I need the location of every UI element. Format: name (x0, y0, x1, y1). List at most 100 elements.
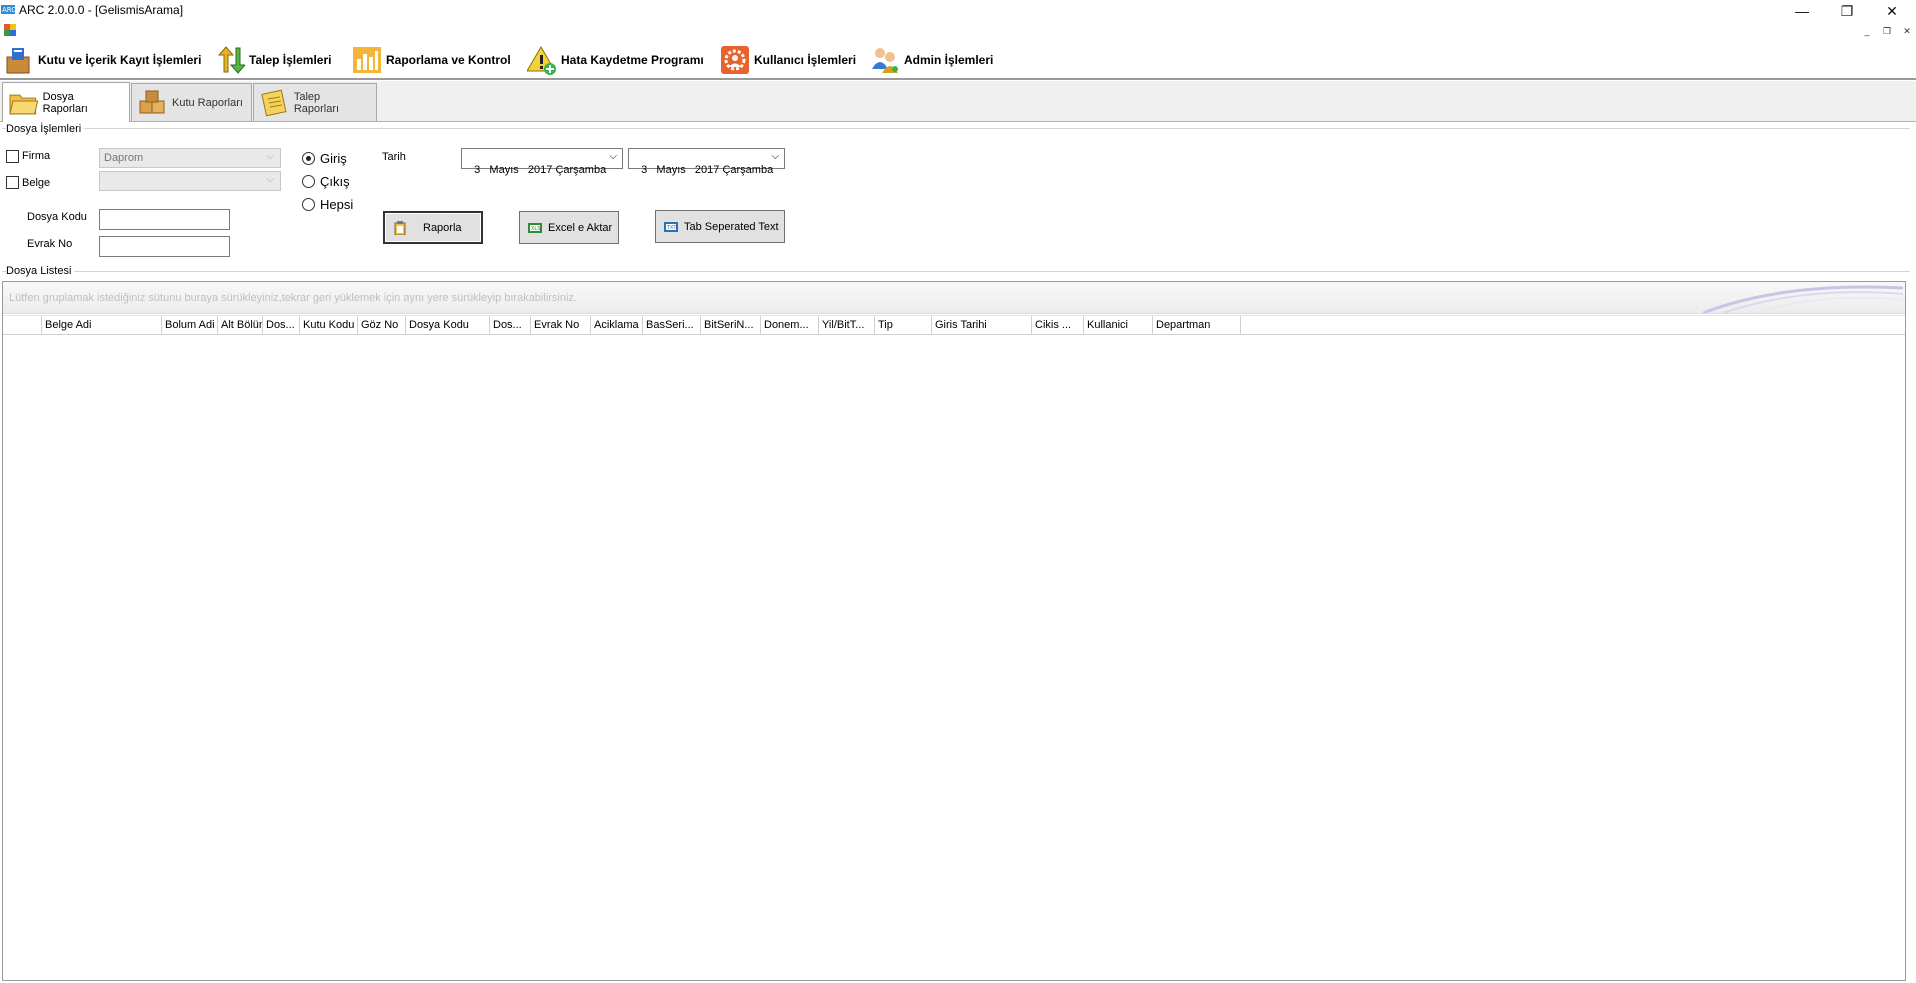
giris-label: Giriş (320, 151, 347, 166)
text-file-icon: TXT (664, 221, 678, 232)
column-header[interactable]: Bolum Adi (162, 316, 218, 335)
close-button[interactable]: ✕ (1869, 0, 1915, 22)
mdi-control-row: _ ❐ ✕ (0, 22, 1916, 40)
column-header[interactable]: Evrak No (531, 316, 591, 335)
group-by-hint: Lütfen gruplamak istediğiniz sütunu bura… (9, 292, 577, 304)
admin-users-icon (872, 48, 898, 73)
swoosh-decoration (1703, 285, 1903, 313)
tab-text-export-label: Tab Seperated Text (684, 220, 779, 233)
warning-icon (527, 46, 556, 75)
clipboard-icon (394, 220, 406, 235)
mdi-restore-button[interactable]: ❐ (1880, 24, 1894, 38)
menu-admin[interactable]: Admin İşlemleri (870, 44, 993, 76)
user-gear-icon (721, 46, 749, 74)
cikis-radio[interactable] (302, 175, 315, 188)
report-chart-icon (353, 47, 381, 73)
firma-checkbox[interactable] (6, 150, 19, 163)
column-header[interactable]: Giris Tarihi (932, 316, 1032, 335)
column-header[interactable]: Dos... (490, 316, 531, 335)
column-header[interactable]: Donem... (761, 316, 819, 335)
column-header[interactable]: Yil/BitT... (819, 316, 875, 335)
menu-kullanici[interactable]: Kullanıcı İşlemleri (720, 44, 856, 76)
svg-text:ARC: ARC (2, 6, 15, 14)
column-header[interactable]: Belge Adi (42, 316, 162, 335)
menu-label: Raporlama ve Kontrol (386, 53, 511, 67)
tab-label: Talep Raporları (293, 90, 340, 115)
menu-label: Kutu ve İçerik Kayıt İşlemleri (38, 53, 202, 67)
mdi-minimize-button[interactable]: _ (1860, 24, 1874, 38)
menu-label: Talep İşlemleri (249, 53, 332, 67)
raporla-button[interactable]: Raporla (383, 211, 483, 244)
tab-text-export-button[interactable]: TXT Tab Seperated Text (655, 210, 785, 243)
mdi-close-button[interactable]: ✕ (1900, 24, 1914, 38)
report-tabs: Dosya Raporları Kutu Raporları Talep Rap… (0, 81, 1916, 122)
belge-combo[interactable]: ⌵ (99, 171, 281, 191)
menu-talep[interactable]: Talep İşlemleri (215, 44, 331, 76)
main-menu-bar: Kutu ve İçerik Kayıt İşlemleri Talep İşl… (0, 40, 1916, 80)
date-from-picker[interactable]: 3 Mayıs 2017 Çarşamba ⌵ (461, 148, 623, 176)
group-divider (2, 128, 1910, 129)
column-header[interactable]: BasSeri... (643, 316, 701, 335)
app-logo-icon: ARC (1, 5, 15, 14)
excel-export-label: Excel e Aktar (548, 221, 613, 234)
notepad-icon (261, 89, 287, 116)
minimize-button[interactable]: — (1779, 0, 1825, 22)
svg-text:XLS: XLS (531, 226, 540, 232)
column-header[interactable]: Alt Bölüm (218, 316, 263, 335)
svg-text:TXT: TXT (666, 225, 677, 231)
firma-value: Daprom (104, 152, 144, 164)
child-window-icon (4, 24, 16, 36)
grid-column-header: Belge AdiBolum AdiAlt BölümDos...Kutu Ko… (3, 315, 1905, 335)
list-divider (2, 271, 1910, 272)
chevron-down-icon: ⌵ (266, 151, 274, 162)
menu-raporlama[interactable]: Raporlama ve Kontrol (352, 44, 511, 76)
column-header[interactable]: Aciklama (591, 316, 643, 335)
hepsi-radio[interactable] (302, 198, 315, 211)
box-icon (6, 48, 30, 74)
menu-label: Admin İşlemleri (904, 53, 994, 67)
belge-checkbox[interactable] (6, 176, 19, 189)
chevron-down-icon: ⌵ (266, 174, 274, 185)
firma-combo[interactable]: Daprom ⌵ (99, 148, 281, 168)
evrak-no-input[interactable] (99, 236, 230, 257)
chevron-down-icon: ⌵ (771, 151, 779, 162)
firma-label: Firma (22, 150, 51, 162)
giris-radio[interactable] (302, 152, 315, 165)
column-header[interactable]: Cikis ... (1032, 316, 1084, 335)
window-title: ARC 2.0.0.0 - [GelismisArama] (19, 3, 184, 17)
restore-button[interactable]: ❐ (1824, 0, 1870, 22)
tab-label: Dosya Raporları (42, 90, 88, 115)
group-title-dosya-islemleri: Dosya İşlemleri (6, 123, 85, 135)
tab-kutu-raporlari[interactable]: Kutu Raporları (131, 83, 252, 121)
column-header[interactable]: Kullanici (1084, 316, 1153, 335)
menu-label: Hata Kaydetme Programı (561, 53, 704, 67)
column-header[interactable]: Göz No (358, 316, 406, 335)
folder-icon (9, 94, 39, 114)
evrak-no-label: Evrak No (27, 238, 73, 250)
column-header[interactable]: Tip (875, 316, 932, 335)
tab-label: Kutu Raporları (172, 96, 243, 109)
column-header[interactable]: BitSeriN... (701, 316, 761, 335)
boxes-icon (139, 90, 165, 113)
tarih-label: Tarih (382, 151, 406, 163)
tab-talep-raporlari[interactable]: Talep Raporları (253, 83, 377, 121)
dosya-kodu-input[interactable] (99, 209, 230, 230)
column-header[interactable]: Kutu Kodu (300, 316, 358, 335)
title-bar: ARC ARC 2.0.0.0 - [GelismisArama] — ❐ ✕ (0, 0, 1916, 22)
dosya-list-grid[interactable]: Lütfen gruplamak istediğiniz sütunu bura… (2, 281, 1906, 981)
date-to-picker[interactable]: 3 Mayıs 2017 Çarşamba ⌵ (628, 148, 785, 176)
column-header[interactable]: Dosya Kodu (406, 316, 490, 335)
menu-hata-kaydetme[interactable]: Hata Kaydetme Programı (527, 44, 704, 76)
column-header[interactable] (3, 316, 42, 335)
group-by-panel[interactable]: Lütfen gruplamak istediğiniz sütunu bura… (3, 282, 1905, 314)
excel-icon: XLS (528, 222, 542, 233)
cikis-label: Çıkış (320, 174, 350, 189)
hepsi-label: Hepsi (320, 197, 354, 212)
date-to-value: 3 Mayıs 2017 Çarşamba (641, 164, 774, 176)
column-header[interactable]: Departman (1153, 316, 1241, 335)
column-header[interactable]: Dos... (263, 316, 300, 335)
tab-dosya-raporlari[interactable]: Dosya Raporları (2, 82, 130, 122)
menu-kutu-icerik[interactable]: Kutu ve İçerik Kayıt İşlemleri (4, 44, 201, 76)
dosya-kodu-label: Dosya Kodu (27, 211, 87, 223)
excel-export-button[interactable]: XLS Excel e Aktar (519, 211, 619, 244)
